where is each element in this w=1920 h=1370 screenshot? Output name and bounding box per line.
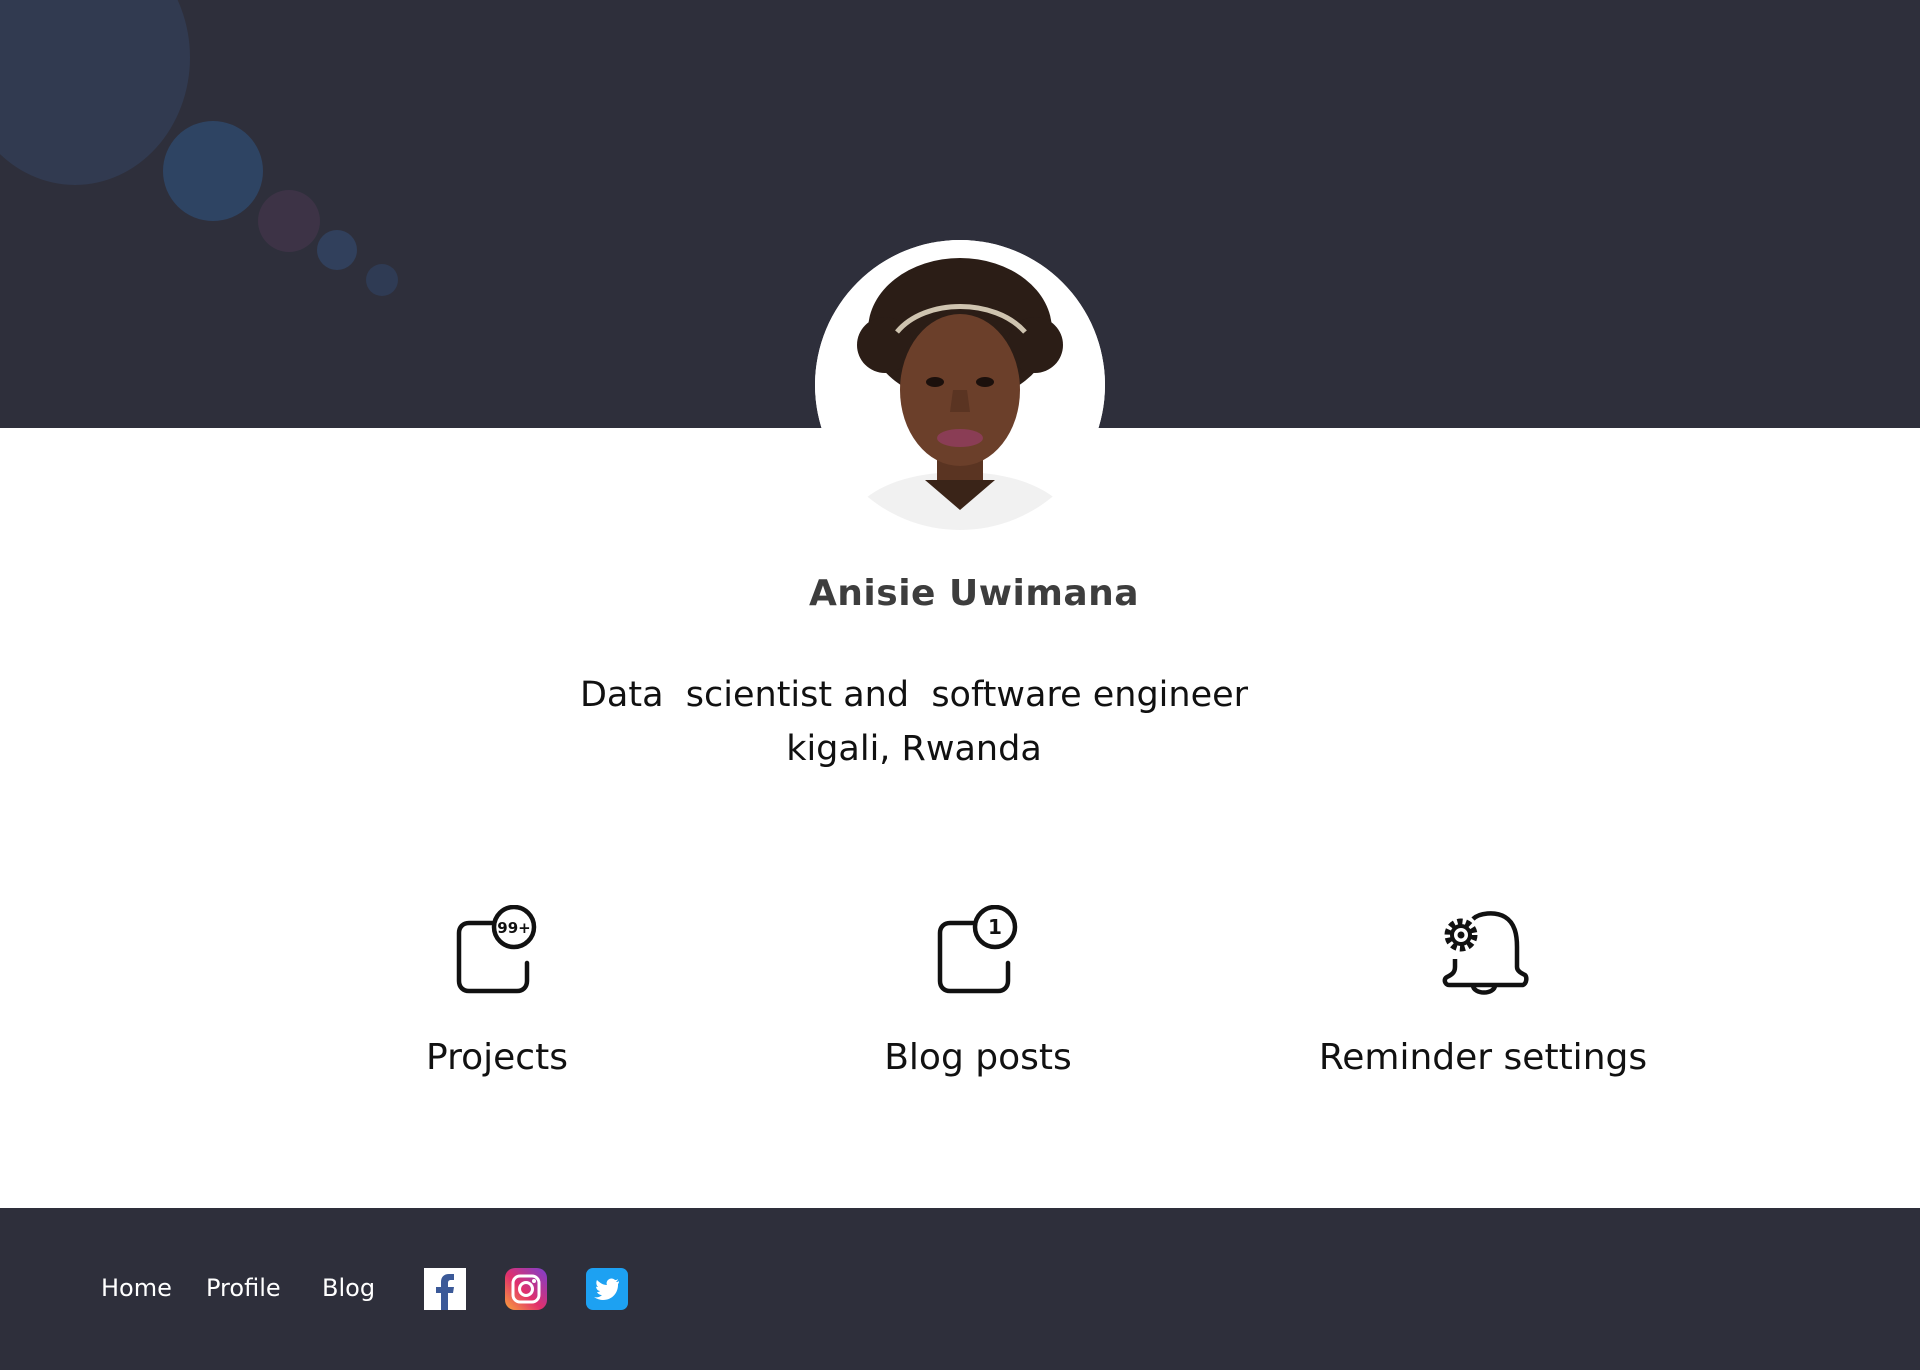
twitter-icon[interactable] [586,1268,628,1310]
profile-bio: Data scientist and software engineer kig… [0,668,1828,776]
decorative-bubble [317,230,357,270]
projects-label: Projects [426,1037,568,1078]
avatar [815,240,1105,530]
footer-nav-blog[interactable]: Blog [322,1274,375,1302]
blog-posts-button[interactable]: 1 Blog posts [748,905,1208,1078]
notification-square-icon: 99+ [449,905,545,1001]
blog-posts-label: Blog posts [884,1037,1072,1078]
projects-button[interactable]: 99+ Projects [267,905,727,1078]
footer-nav-home[interactable]: Home [101,1274,172,1302]
decorative-bubble [0,0,190,185]
notification-square-icon: 1 [930,905,1026,1001]
footer-nav-profile[interactable]: Profile [206,1274,281,1302]
bell-settings-icon [1435,905,1531,1001]
blog-posts-badge: 1 [988,915,1002,939]
facebook-icon[interactable] [424,1268,466,1310]
profile-title: Data scientist and software engineer [579,675,1249,715]
reminder-settings-button[interactable]: Reminder settings [1253,905,1713,1078]
profile-location: kigali, Rwanda [786,729,1042,769]
decorative-bubble [163,121,263,221]
projects-badge: 99+ [497,919,530,937]
footer [0,1208,1920,1370]
decorative-bubble [258,190,320,252]
avatar-portrait [815,240,1105,530]
profile-name: Anisie Uwimana [808,573,1140,614]
instagram-icon[interactable] [505,1268,547,1310]
profile-page: Anisie Uwimana Data scientist and softwa… [0,0,1920,1370]
decorative-bubble [366,264,398,296]
reminder-settings-label: Reminder settings [1318,1037,1648,1078]
